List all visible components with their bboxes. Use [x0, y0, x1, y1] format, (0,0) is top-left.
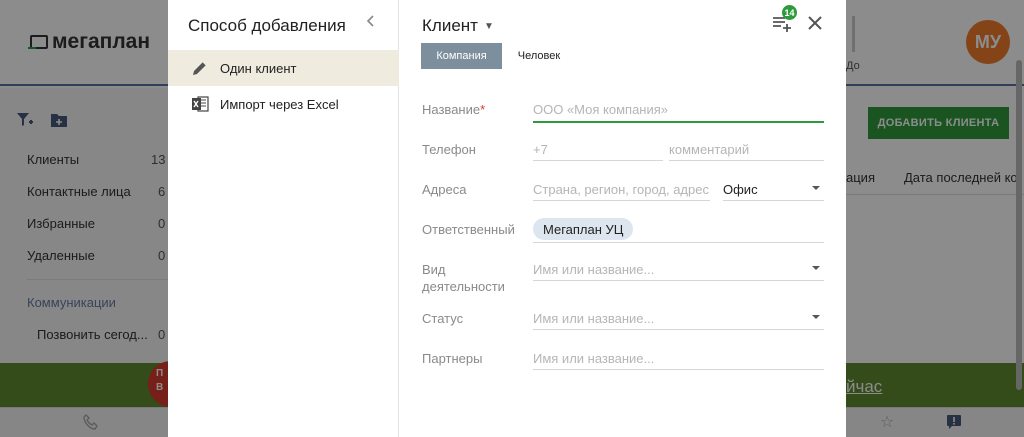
name-label-text: Название	[422, 102, 481, 117]
tab-person[interactable]: Человек	[509, 43, 569, 69]
method-label: Один клиент	[220, 60, 297, 76]
status-placeholder: Имя или название...	[533, 311, 655, 326]
status-select[interactable]: Имя или название...	[533, 308, 824, 330]
status-label: Статус	[422, 311, 464, 326]
address-type-select[interactable]: Офис	[723, 179, 824, 201]
phone-comment-input[interactable]: комментарий	[669, 139, 824, 161]
partners-label: Партнеры	[422, 351, 483, 366]
pencil-icon	[190, 59, 210, 77]
dropdown-arrow-icon	[812, 315, 820, 319]
collapse-chevron-icon[interactable]	[364, 14, 378, 34]
partners-input[interactable]: Имя или название...	[533, 348, 824, 370]
method-import-excel[interactable]: Импорт через Excel	[168, 86, 399, 122]
address-input[interactable]: Страна, регион, город, адрес	[533, 179, 710, 201]
dropdown-arrow-icon	[812, 266, 820, 270]
add-client-modal: Способ добавления Один клиент Импорт чер…	[168, 0, 846, 437]
name-label: Название*	[422, 101, 485, 118]
tab-company[interactable]: Компания	[421, 43, 502, 69]
method-label: Импорт через Excel	[220, 96, 339, 112]
close-icon[interactable]	[804, 12, 826, 34]
task-count-badge: 14	[782, 5, 797, 20]
address-label: Адреса	[422, 182, 467, 197]
activity-placeholder: Имя или название...	[533, 262, 655, 277]
excel-icon	[190, 95, 210, 113]
client-type-selector[interactable]: Клиент ▼	[422, 16, 494, 36]
dropdown-arrow-icon	[812, 186, 820, 190]
activity-label: Вид деятельности	[422, 262, 505, 294]
address-type-value: Офис	[723, 182, 758, 197]
method-panel-title: Способ добавления	[188, 16, 346, 35]
form-title: Клиент	[422, 16, 478, 35]
method-panel: Способ добавления Один клиент Импорт чер…	[168, 0, 399, 437]
responsible-label: Ответственный	[422, 222, 515, 237]
chevron-down-icon: ▼	[483, 20, 494, 32]
responsible-chip[interactable]: Мегаплан УЦ	[533, 218, 634, 240]
phone-input[interactable]: +7	[533, 139, 663, 161]
client-form-panel: Клиент ▼ 14 Компания Человек Название* О…	[399, 0, 846, 437]
phone-label: Телефон	[422, 142, 476, 157]
activity-select[interactable]: Имя или название...	[533, 259, 824, 281]
company-name-input[interactable]: ООО «Моя компания»	[533, 99, 824, 123]
required-mark: *	[480, 102, 486, 117]
method-single-client[interactable]: Один клиент	[168, 50, 399, 86]
